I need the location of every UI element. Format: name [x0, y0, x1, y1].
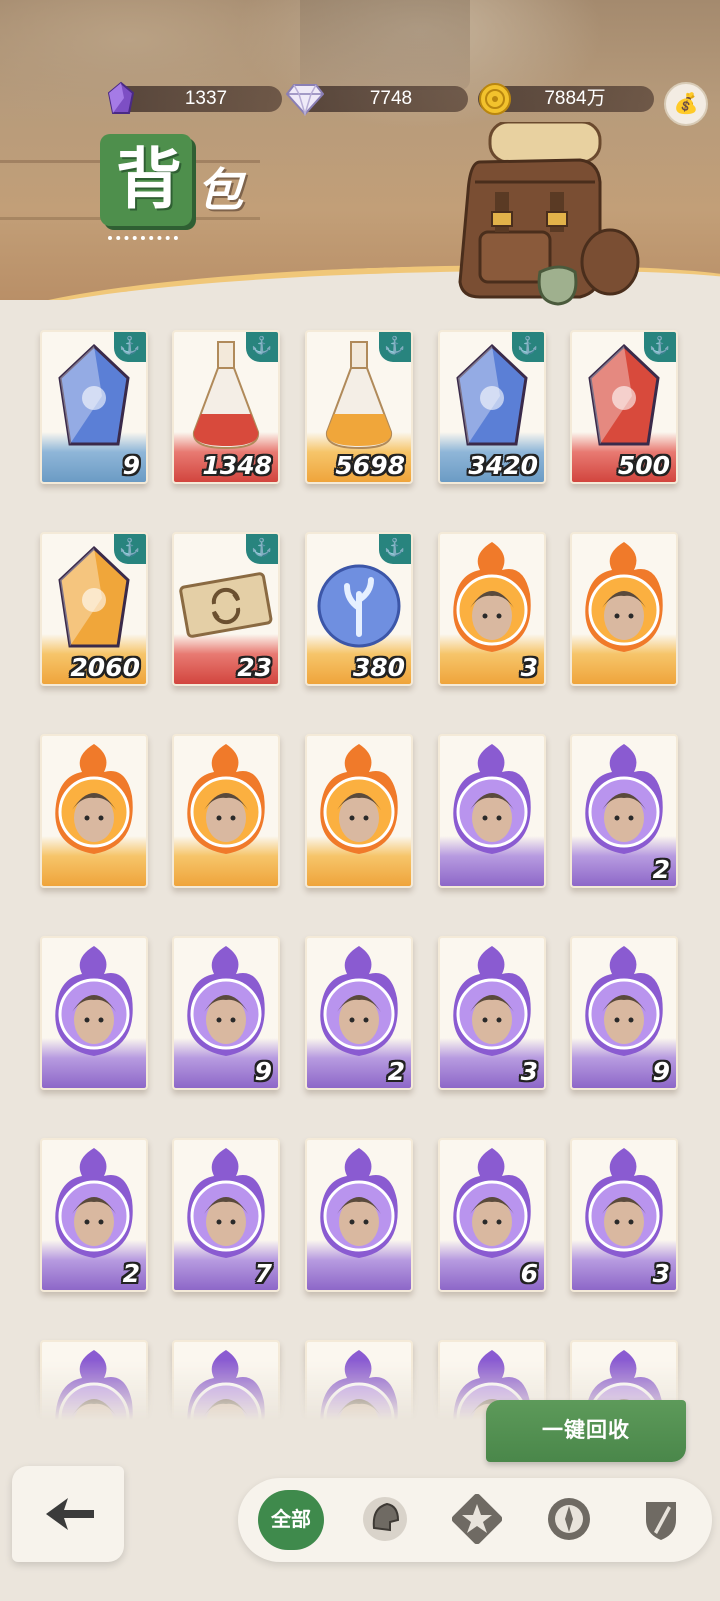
- star-badge-icon[interactable]: [452, 1494, 502, 1544]
- inventory-item-card[interactable]: 3: [438, 936, 546, 1090]
- hero-portrait-warrior-icon: [187, 1350, 265, 1420]
- anchor-lock-icon: ⚓: [114, 332, 146, 362]
- inventory-item-card[interactable]: 2: [570, 734, 678, 888]
- backpack-illustration: [458, 122, 640, 306]
- inventory-item-card[interactable]: 3: [438, 532, 546, 686]
- inventory-item-card[interactable]: ⚓ 5698: [305, 330, 413, 484]
- inventory-item-card[interactable]: [40, 936, 148, 1090]
- inventory-item-card[interactable]: ⚓ 3420: [438, 330, 546, 484]
- hero-portrait-bird-mask-icon: [55, 1350, 133, 1420]
- item-quantity: 2: [387, 1057, 405, 1086]
- back-button[interactable]: [12, 1466, 124, 1562]
- gold-coin-icon: [479, 83, 511, 115]
- item-quantity: 3420: [468, 451, 538, 480]
- item-quantity: 9: [652, 1057, 670, 1086]
- item-quantity: 3: [520, 1057, 538, 1086]
- hero-portrait-dark-lady-icon: [187, 744, 265, 854]
- inventory-item-card[interactable]: 9: [570, 936, 678, 1090]
- filter-tab-all[interactable]: 全部: [258, 1490, 324, 1550]
- item-quantity: 6: [520, 1259, 538, 1288]
- item-quantity: 9: [122, 451, 140, 480]
- item-quantity: 500: [617, 451, 670, 480]
- inventory-item-card[interactable]: [40, 1340, 148, 1420]
- hero-portrait-blonde-icon: [453, 744, 531, 854]
- item-quantity: 2: [652, 855, 670, 884]
- inventory-item-card[interactable]: 9: [172, 936, 280, 1090]
- sword-shield-icon[interactable]: [636, 1494, 686, 1544]
- item-quantity: 7: [254, 1259, 272, 1288]
- inventory-item-card[interactable]: [40, 734, 148, 888]
- anchor-lock-icon: ⚓: [379, 534, 411, 564]
- hero-portrait-elf-icon: [320, 744, 398, 854]
- diamond-icon: [286, 84, 324, 116]
- inventory-item-card[interactable]: ⚓ 2060: [40, 532, 148, 686]
- anchor-lock-icon: ⚓: [246, 332, 278, 362]
- item-quantity: 3: [652, 1259, 670, 1288]
- hero-portrait-beast-icon: [55, 744, 133, 854]
- inventory-item-card[interactable]: 2: [40, 1138, 148, 1292]
- inventory-item-card[interactable]: [305, 1340, 413, 1420]
- item-quantity: 380: [352, 653, 405, 682]
- money-bag-icon: 💰: [673, 93, 699, 115]
- inventory-item-card[interactable]: [172, 1340, 280, 1420]
- anchor-lock-icon: ⚓: [114, 534, 146, 564]
- helmet-icon[interactable]: [360, 1494, 410, 1544]
- compass-icon[interactable]: [544, 1494, 594, 1544]
- anchor-lock-icon: ⚓: [644, 332, 676, 362]
- anchor-lock-icon: ⚓: [379, 332, 411, 362]
- inventory-grid: ⚓ 9 ⚓ 1348 ⚓ 5698 ⚓ 3420 ⚓ 500 ⚓ 2060 ⚓ 23 ⚓ 380 3 2 9 2 3 9 2…: [0, 300, 720, 1420]
- hero-portrait-white-hair-icon: [585, 542, 663, 652]
- inventory-item-card[interactable]: [438, 734, 546, 888]
- back-arrow-icon: [46, 1498, 94, 1530]
- inventory-item-card[interactable]: ⚓ 1348: [172, 330, 280, 484]
- inventory-item-card[interactable]: [305, 734, 413, 888]
- anchor-lock-icon: ⚓: [246, 534, 278, 564]
- purple-crystal-icon: [107, 81, 135, 114]
- item-quantity: 2060: [70, 653, 140, 682]
- inventory-item-card[interactable]: 6: [438, 1138, 546, 1292]
- item-quantity: 9: [254, 1057, 272, 1086]
- item-quantity: 23: [237, 653, 272, 682]
- page-title-main: 背: [116, 140, 182, 218]
- inventory-item-card[interactable]: [305, 1138, 413, 1292]
- item-quantity: 2: [122, 1259, 140, 1288]
- hero-portrait-crowned-icon: [320, 1350, 398, 1420]
- inventory-item-card[interactable]: ⚓ 9: [40, 330, 148, 484]
- hero-portrait-silver-hair-icon: [320, 1148, 398, 1258]
- inventory-item-card[interactable]: 3: [570, 1138, 678, 1292]
- inventory-item-card[interactable]: 7: [172, 1138, 280, 1292]
- inventory-item-card[interactable]: [570, 532, 678, 686]
- inventory-item-card[interactable]: ⚓ 380: [305, 532, 413, 686]
- title-dots-decoration: [108, 236, 178, 240]
- item-quantity: 5698: [335, 451, 405, 480]
- inventory-item-card[interactable]: [172, 734, 280, 888]
- money-bag-button[interactable]: 💰: [664, 82, 708, 126]
- inventory-item-card[interactable]: ⚓ 23: [172, 532, 280, 686]
- anchor-lock-icon: ⚓: [512, 332, 544, 362]
- item-quantity: 3: [520, 653, 538, 682]
- hero-portrait-hatted-man-icon: [55, 946, 133, 1056]
- inventory-item-card[interactable]: ⚓ 500: [570, 330, 678, 484]
- item-quantity: 1348: [202, 451, 272, 480]
- recycle-all-button[interactable]: 一键回收: [486, 1400, 686, 1462]
- inventory-item-card[interactable]: 2: [305, 936, 413, 1090]
- background-hut: [300, 0, 470, 90]
- page-title-sub: 包: [197, 163, 243, 217]
